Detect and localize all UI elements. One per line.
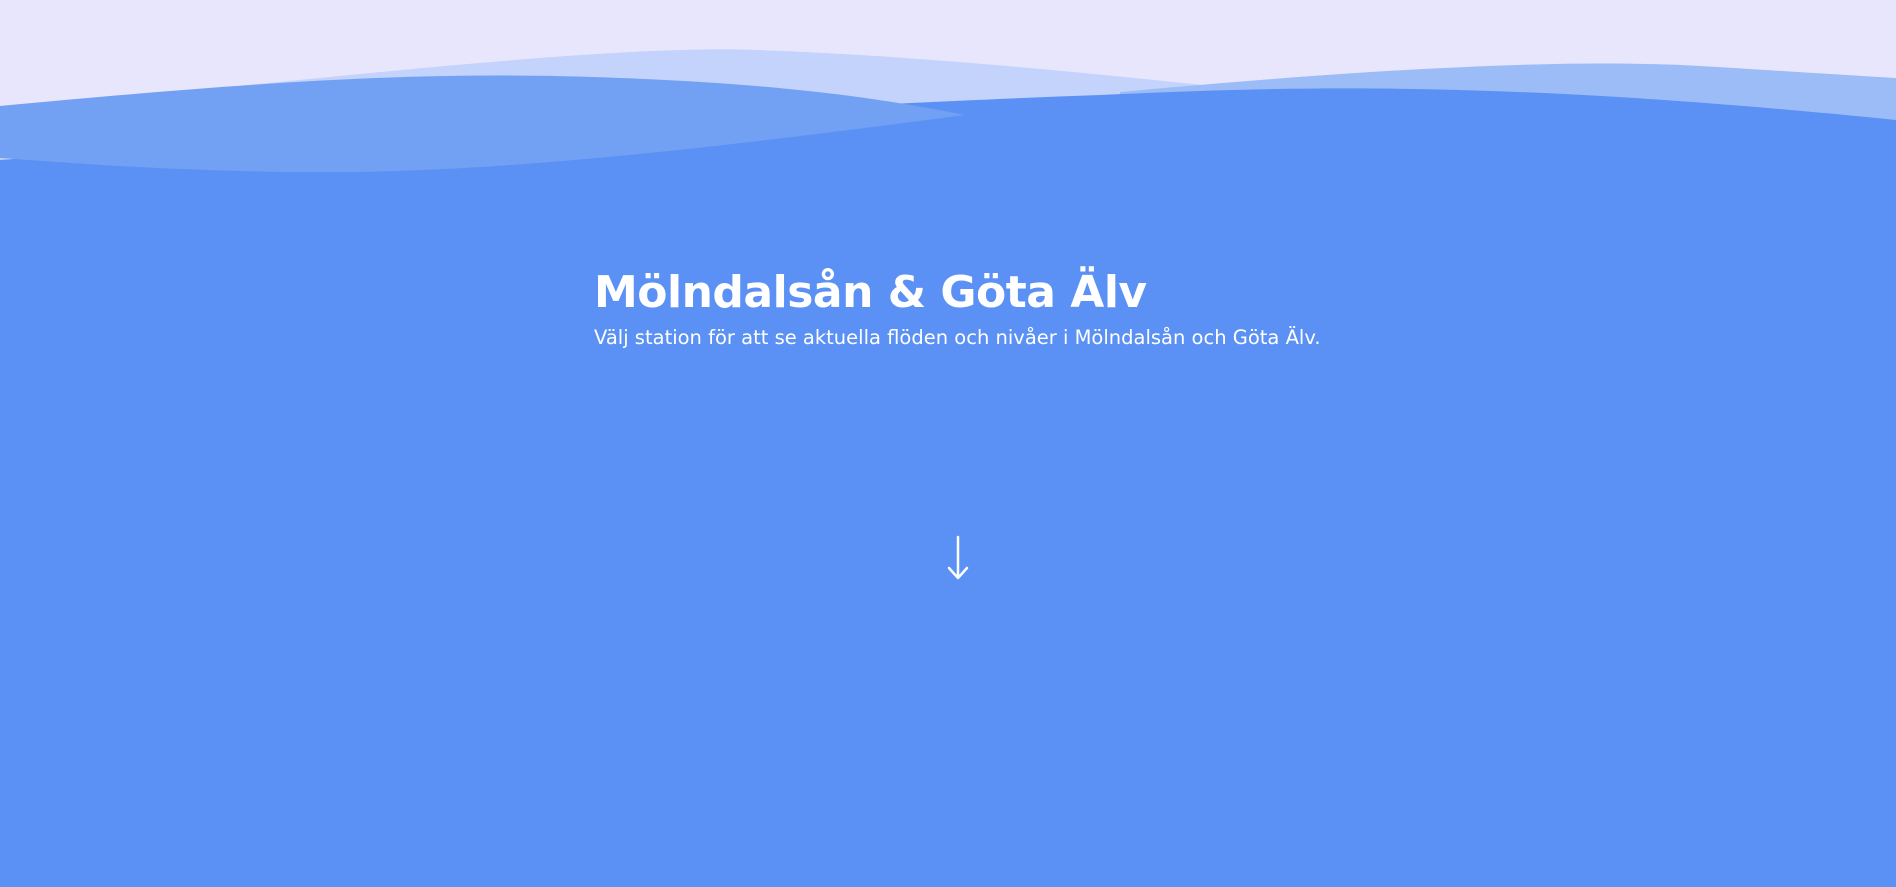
wave-base: [0, 172, 1896, 200]
hero-section: Mölndalsån & Göta Älv Välj station för a…: [594, 262, 1694, 352]
arrow-down-icon[interactable]: [938, 533, 978, 583]
page-title: Mölndalsån & Göta Älv: [594, 267, 1147, 318]
landing-page: Mölndalsån & Göta Älv Välj station för a…: [0, 0, 1896, 887]
wave-header-decoration: [0, 0, 1896, 200]
page-subtitle: Välj station för att se aktuella flöden …: [594, 326, 1321, 349]
